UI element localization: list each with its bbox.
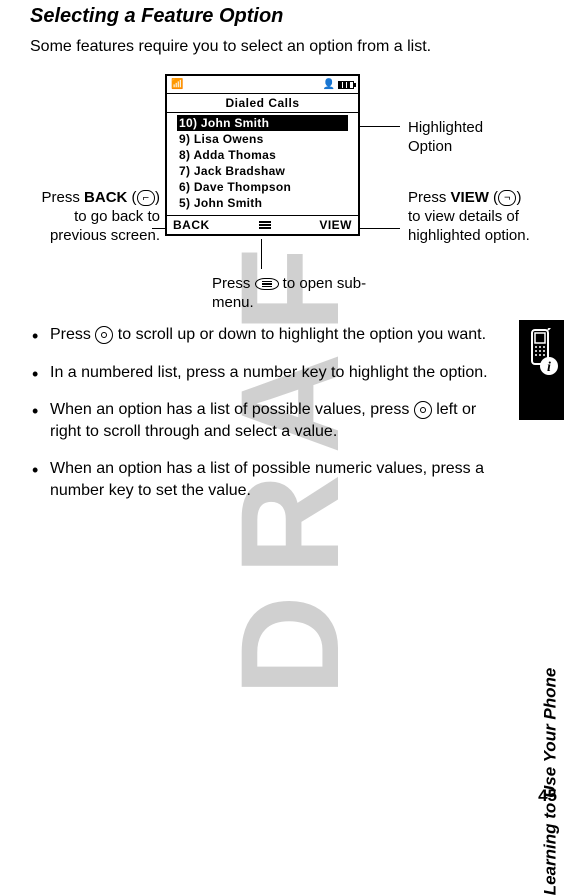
bullet-item: When an option has a list of possible va… <box>30 399 489 442</box>
nav-key-icon <box>95 326 113 344</box>
list-item: 5) John Smith <box>177 195 348 211</box>
list-item: 8) Adda Thomas <box>177 147 348 163</box>
callout-menu: Press to open sub-menu. <box>212 275 372 313</box>
menu-icon <box>259 221 271 229</box>
callout-text: Press <box>42 189 85 206</box>
right-softkey-icon: ¬ <box>498 190 516 206</box>
bullet-text: When an option has a list of possible nu… <box>50 460 484 499</box>
connector-line <box>360 228 400 229</box>
list-item: 9) Lisa Owens <box>177 131 348 147</box>
softkey-view: VIEW <box>319 218 352 232</box>
status-bar: 📶 👤 <box>167 76 358 94</box>
bullet-list: Press to scroll up or down to highlight … <box>30 324 549 502</box>
callout-highlighted: Highlighted Option <box>408 119 528 157</box>
battery-icon: 👤 <box>323 79 354 90</box>
bullet-text: to scroll up or down to highlight the op… <box>113 326 486 343</box>
list-item: 7) Jack Bradshaw <box>177 163 348 179</box>
page-number: 45 <box>538 786 557 806</box>
bullet-item: Press to scroll up or down to highlight … <box>30 324 489 346</box>
left-softkey-icon: ⌐ <box>137 190 155 206</box>
bullet-text: Press <box>50 326 95 343</box>
view-label: VIEW <box>451 189 489 206</box>
callout-view: Press VIEW (¬) to view details of highli… <box>408 189 538 245</box>
connector-line <box>261 239 262 269</box>
list-item: 6) Dave Thompson <box>177 179 348 195</box>
callout-text: Press <box>212 275 255 292</box>
bullet-item: In a numbered list, press a number key t… <box>30 362 489 384</box>
bullet-text: When an option has a list of possible va… <box>50 401 414 418</box>
intro-text: Some features require you to select an o… <box>30 38 549 56</box>
menu-key-icon <box>255 278 279 291</box>
back-label: BACK <box>84 189 127 206</box>
screen-title: Dialed Calls <box>167 94 358 113</box>
call-list: 10) John Smith 9) Lisa Owens 8) Adda Tho… <box>167 113 358 215</box>
softkey-bar: BACK VIEW <box>167 215 358 234</box>
connector-line <box>360 126 400 127</box>
bullet-item: When an option has a list of possible nu… <box>30 458 489 501</box>
chapter-label: Learning to Use Your Phone <box>541 668 561 895</box>
section-heading: Selecting a Feature Option <box>30 5 549 28</box>
page-content: Selecting a Feature Option Some features… <box>0 0 579 502</box>
signal-icon: 📶 <box>171 79 183 91</box>
phone-screen: 📶 👤 Dialed Calls 10) John Smith 9) Lisa … <box>165 74 360 236</box>
callout-text: Press <box>408 189 451 206</box>
softkey-back: BACK <box>173 218 210 232</box>
nav-key-icon <box>414 401 432 419</box>
diagram: 📶 👤 Dialed Calls 10) John Smith 9) Lisa … <box>30 74 549 309</box>
callout-back: Press BACK (⌐) to go back to previous sc… <box>30 189 160 245</box>
list-item: 10) John Smith <box>177 115 348 131</box>
bullet-text: In a numbered list, press a number key t… <box>50 364 488 381</box>
